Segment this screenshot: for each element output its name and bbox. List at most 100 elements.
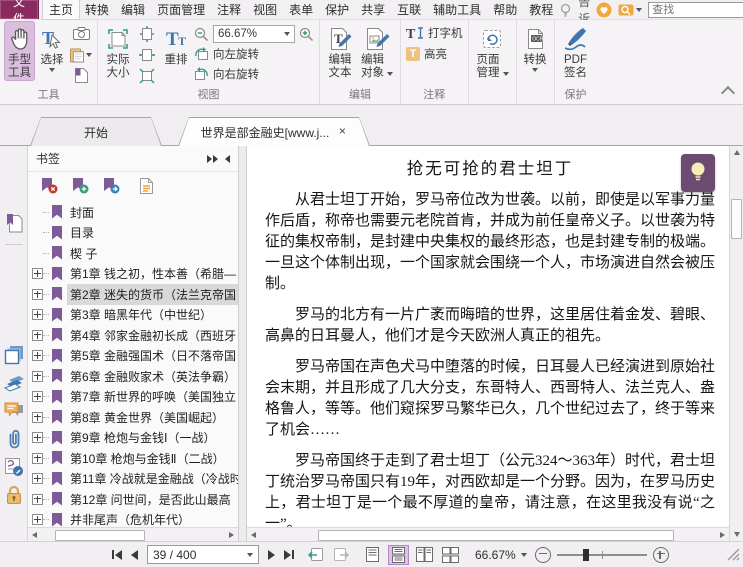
document-tab[interactable]: 开始 bbox=[30, 117, 162, 146]
zoom-in-icon[interactable] bbox=[299, 27, 314, 42]
bookmark-item[interactable]: 第10章 枪炮与金钱Ⅱ（二战） bbox=[28, 448, 238, 469]
next-page-button[interactable] bbox=[268, 549, 275, 560]
ribbon-tab[interactable]: 页面管理 bbox=[151, 0, 211, 19]
ribbon-tab[interactable]: 帮助 bbox=[487, 0, 523, 19]
bookmark-label[interactable]: 封面 bbox=[67, 202, 97, 223]
layers-panel-icon[interactable] bbox=[1, 369, 27, 397]
bookmark-label[interactable]: 第1章 钱之初，性本善（希腊— bbox=[67, 263, 238, 284]
heart-membership-icon[interactable] bbox=[596, 2, 612, 18]
bookmark-label[interactable]: 第8章 黄金世界（美国崛起） bbox=[67, 407, 227, 428]
select-tool-button[interactable]: T 选择 bbox=[37, 22, 67, 72]
page-management-button[interactable]: 页面管理 bbox=[474, 22, 511, 80]
rotate-left-button[interactable]: 向左旋转 bbox=[194, 44, 314, 64]
file-menu-button[interactable]: 文件 bbox=[0, 0, 40, 26]
assistant-lightbulb-button[interactable] bbox=[681, 154, 715, 192]
bookmark-item[interactable]: 第7章 新世界的呼唤（美国独立 bbox=[28, 387, 238, 408]
clipboard-paste-icon[interactable] bbox=[70, 45, 92, 64]
highlight-button[interactable]: T 高亮 bbox=[406, 43, 447, 64]
scroll-left-icon[interactable] bbox=[247, 529, 260, 541]
expand-plus-box[interactable] bbox=[32, 329, 43, 341]
expand-plus-box[interactable] bbox=[32, 268, 43, 280]
ribbon-tab[interactable]: 保护 bbox=[319, 0, 355, 19]
bookmark-item[interactable]: 第5章 金融强国术（日不落帝国 bbox=[28, 346, 238, 367]
scrollbar-track[interactable] bbox=[41, 529, 225, 541]
bookmark-item[interactable]: 第11章 冷战就是金融战（冷战时 bbox=[28, 469, 238, 490]
purple-page-icon[interactable] bbox=[70, 66, 92, 85]
ribbon-zoom-combobox[interactable]: 66.67% bbox=[213, 25, 295, 43]
scrollbar-track[interactable] bbox=[260, 529, 716, 541]
bookmark-item[interactable]: 第6章 金融败家术（英法争霸） bbox=[28, 366, 238, 387]
expand-plus-box[interactable] bbox=[32, 288, 43, 300]
expand-plus-box[interactable] bbox=[32, 350, 43, 362]
bookmark-label[interactable]: 楔 子 bbox=[67, 243, 100, 264]
scrollbar-thumb[interactable] bbox=[318, 529, 674, 541]
scroll-right-icon[interactable] bbox=[225, 529, 238, 541]
zoom-in-button[interactable] bbox=[652, 546, 669, 563]
delete-bookmark-icon[interactable] bbox=[40, 177, 58, 194]
bookmarks-panel-icon[interactable] bbox=[1, 210, 27, 238]
fit-visible-icon[interactable] bbox=[136, 66, 158, 85]
first-page-button[interactable] bbox=[112, 549, 122, 560]
locate-bookmark-icon[interactable] bbox=[102, 177, 120, 194]
bookmark-label[interactable]: 第4章 邻家金融初长成（西班牙 bbox=[67, 325, 238, 346]
expand-panel-icon[interactable] bbox=[207, 154, 218, 163]
bookmark-label[interactable]: 第2章 迷失的货币（法兰克帝国 bbox=[67, 283, 238, 305]
attachments-panel-icon[interactable] bbox=[1, 425, 27, 453]
scrollbar-thumb[interactable] bbox=[55, 529, 145, 541]
bookmark-item[interactable]: 目录 bbox=[28, 223, 238, 244]
expand-plus-box[interactable] bbox=[32, 411, 43, 423]
expand-plus-box[interactable] bbox=[32, 514, 43, 526]
facing-view-icon[interactable] bbox=[414, 545, 435, 565]
expand-plus-box[interactable] bbox=[32, 452, 43, 464]
bookmark-item[interactable]: 楔 子 bbox=[28, 243, 238, 264]
bookmark-label[interactable]: 第5章 金融强国术（日不落帝国 bbox=[67, 345, 238, 366]
bookmark-label[interactable]: 第7章 新世界的呼唤（美国独立 bbox=[67, 386, 238, 407]
fit-page-icon[interactable] bbox=[136, 24, 158, 43]
ribbon-tab[interactable]: 共享 bbox=[355, 0, 391, 19]
security-lock-icon[interactable] bbox=[1, 481, 27, 509]
zoom-slider-track[interactable] bbox=[556, 548, 647, 561]
ribbon-tab[interactable]: 编辑 bbox=[115, 0, 151, 19]
signatures-panel-icon[interactable] bbox=[1, 453, 27, 481]
bookmark-label[interactable]: 第3章 暗黑年代（中世纪） bbox=[67, 304, 215, 325]
bookmark-item[interactable]: 第3章 暗黑年代（中世纪） bbox=[28, 305, 238, 326]
ribbon-tab[interactable]: 教程 bbox=[523, 0, 559, 19]
continuous-view-icon[interactable] bbox=[388, 544, 409, 565]
collapse-panel-icon[interactable] bbox=[225, 154, 230, 163]
bookmark-label[interactable]: 第6章 金融败家术（英法争霸） bbox=[67, 366, 238, 387]
ribbon-tab[interactable]: 视图 bbox=[247, 0, 283, 19]
hand-tool-button[interactable]: 手型工具 bbox=[5, 22, 34, 80]
add-bookmark-icon[interactable] bbox=[71, 177, 89, 194]
bookmark-label[interactable]: 第9章 枪炮与金钱Ⅰ（一战） bbox=[67, 427, 219, 448]
edit-text-button[interactable]: T 编辑文本 bbox=[325, 22, 355, 80]
bookmark-label[interactable]: 第12章 问世间，是否此山最高 bbox=[67, 489, 234, 510]
ribbon-tab[interactable]: 注释 bbox=[211, 0, 247, 19]
status-zoom-combobox[interactable]: 66.67% bbox=[475, 548, 527, 562]
expand-plus-box[interactable] bbox=[32, 432, 43, 444]
document-view[interactable]: 抢无可抢的君士坦丁 从君士坦丁开始，罗马帝位改为世袭。以前，即使是以军事力量作后… bbox=[247, 146, 729, 541]
expand-plus-box[interactable] bbox=[32, 309, 43, 321]
bookmark-label[interactable]: 第11章 冷战就是金融战（冷战时 bbox=[67, 468, 238, 489]
rotate-right-button[interactable]: 向右旋转 bbox=[194, 64, 314, 84]
ribbon-tab[interactable]: 表单 bbox=[283, 0, 319, 19]
expand-plus-box[interactable] bbox=[32, 473, 43, 485]
bookmark-item[interactable]: 第2章 迷失的货币（法兰克帝国 bbox=[28, 283, 238, 305]
fit-width-icon[interactable] bbox=[136, 45, 158, 64]
document-tab[interactable]: 世界是部金融史[www.j... bbox=[178, 117, 370, 146]
pdf-sign-button[interactable]: PDF签名 bbox=[560, 22, 592, 80]
comments-panel-icon[interactable] bbox=[1, 397, 27, 425]
close-tab-icon[interactable] bbox=[337, 127, 347, 137]
zoom-slider-thumb[interactable] bbox=[582, 548, 589, 561]
single-page-view-icon[interactable] bbox=[362, 545, 383, 565]
previous-view-icon[interactable] bbox=[308, 547, 324, 562]
ribbon-tab[interactable]: 辅助工具 bbox=[427, 0, 487, 19]
document-horizontal-scrollbar[interactable] bbox=[247, 527, 729, 541]
next-view-icon[interactable] bbox=[333, 547, 349, 562]
expand-plus-box[interactable] bbox=[32, 370, 43, 382]
zoom-out-button[interactable] bbox=[534, 546, 551, 563]
page-thumbnails-panel-icon[interactable] bbox=[1, 341, 27, 369]
panel-splitter[interactable] bbox=[239, 146, 247, 541]
bookmark-item[interactable]: 第1章 钱之初，性本善（希腊— bbox=[28, 264, 238, 285]
scroll-up-icon[interactable] bbox=[730, 146, 743, 159]
edit-object-button[interactable]: 编辑对象 bbox=[358, 22, 395, 80]
